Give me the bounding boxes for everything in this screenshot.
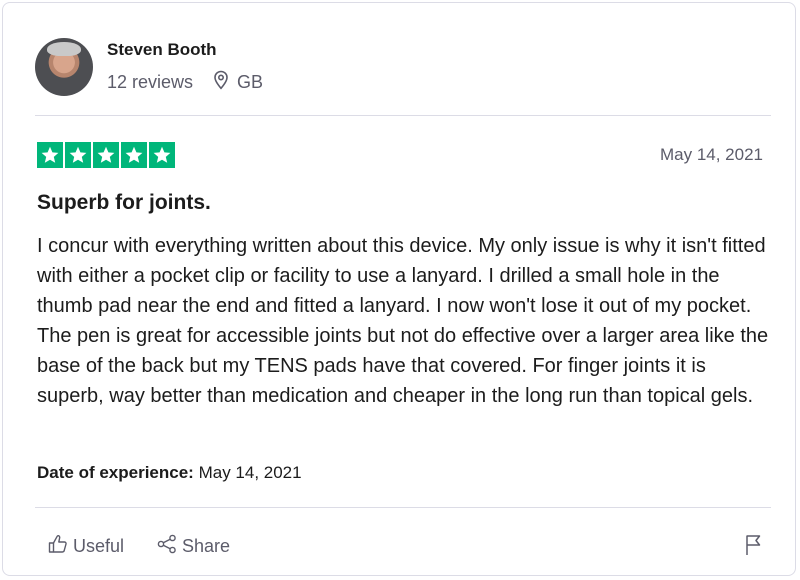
location-pin-icon bbox=[213, 70, 229, 95]
divider bbox=[35, 115, 771, 116]
date-of-experience: Date of experience: May 14, 2021 bbox=[37, 463, 302, 483]
useful-button[interactable]: Useful bbox=[47, 533, 124, 560]
star-icon bbox=[65, 142, 91, 168]
country-code: GB bbox=[237, 72, 264, 92]
star-icon bbox=[37, 142, 63, 168]
review-date: May 14, 2021 bbox=[659, 145, 763, 164]
review-title[interactable]: Superb for joints. bbox=[37, 191, 211, 215]
review-body: I concur with everything written about t… bbox=[37, 235, 769, 407]
star-rating bbox=[37, 142, 175, 168]
experience-date: May 14, 2021 bbox=[198, 463, 302, 482]
star-icon bbox=[93, 142, 119, 168]
star-icon bbox=[121, 142, 147, 168]
share-icon bbox=[156, 533, 178, 560]
review-actions: Useful Share bbox=[47, 533, 230, 560]
share-button[interactable]: Share bbox=[156, 533, 230, 560]
experience-label: Date of experience: bbox=[37, 463, 194, 482]
review-card: Steven Booth 12 reviews GB May 14, 2021 … bbox=[2, 2, 796, 576]
avatar[interactable] bbox=[35, 38, 93, 96]
useful-label: Useful bbox=[73, 536, 125, 556]
reviewer-meta: 12 reviews GB bbox=[107, 70, 263, 95]
flag-icon bbox=[743, 535, 765, 561]
divider bbox=[35, 507, 771, 508]
share-label: Share bbox=[182, 536, 231, 556]
review-count: 12 reviews bbox=[107, 72, 194, 92]
reviewer-location: GB bbox=[213, 70, 263, 95]
star-icon bbox=[149, 142, 175, 168]
reviewer-name[interactable]: Steven Booth bbox=[107, 40, 217, 60]
thumbs-up-icon bbox=[47, 533, 69, 560]
report-button[interactable] bbox=[743, 533, 765, 562]
